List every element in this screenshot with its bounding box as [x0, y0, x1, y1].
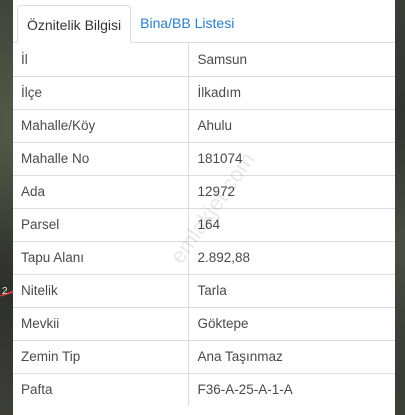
row-key: Tapu Alanı	[13, 240, 189, 274]
row-key: İlçe	[13, 75, 189, 109]
tab-attribute-info[interactable]: Öznitelik Bilgisi	[17, 5, 132, 43]
table-row-pafta: Pafta F36-A-25-A-1-A	[13, 372, 395, 406]
row-value: 181074	[188, 141, 395, 175]
row-value: Tarla	[188, 273, 395, 307]
table-row-zemin-tip: Zemin Tip Ana Taşınmaz	[13, 339, 395, 373]
tab-bar: Öznitelik Bilgisi Bina/BB Listesi	[13, 0, 395, 43]
map-label: 2	[2, 286, 8, 297]
row-value: F36-A-25-A-1-A	[188, 372, 395, 406]
table-row-tapu-alani: Tapu Alanı 2.892,88	[13, 240, 395, 274]
row-key: Nitelik	[13, 273, 189, 307]
row-key: Mevkii	[13, 306, 189, 340]
row-key: Parsel	[13, 207, 189, 241]
table-row-il: İl Samsun	[13, 43, 395, 76]
row-value: İlkadım	[188, 75, 395, 109]
attribute-panel: Öznitelik Bilgisi Bina/BB Listesi İl Sam…	[13, 0, 395, 415]
table-row-parsel: Parsel 164	[13, 207, 395, 241]
row-key: Pafta	[13, 372, 189, 406]
tab-building-list[interactable]: Bina/BB Listesi	[131, 4, 243, 42]
table-row-mahalle-no: Mahalle No 181074	[13, 141, 395, 175]
row-value: Samsun	[197, 51, 248, 67]
row-value: Ahulu	[188, 108, 395, 142]
row-value: 12972	[188, 174, 395, 208]
table-row-mahalle: Mahalle/Köy Ahulu	[13, 108, 395, 142]
table-row-ilce: İlçe İlkadım	[13, 75, 395, 109]
row-key: Mahalle/Köy	[13, 108, 189, 142]
row-value: Ana Taşınmaz	[188, 339, 395, 373]
table-row-ada: Ada 12972	[13, 174, 395, 208]
row-value: 2.892,88	[188, 240, 395, 274]
row-key: Ada	[13, 174, 189, 208]
row-key: Zemin Tip	[13, 339, 189, 373]
row-key: Mahalle No	[13, 141, 189, 175]
attribute-table: İl Samsun İlçe İlkadım Mahalle/Köy Ahulu…	[13, 43, 395, 406]
row-value: 164	[188, 207, 395, 241]
row-key: İl	[13, 43, 189, 76]
table-row-mevkii: Mevkii Göktepe	[13, 306, 395, 340]
table-row-nitelik: Nitelik Tarla	[13, 273, 395, 307]
row-value: Göktepe	[188, 306, 395, 340]
